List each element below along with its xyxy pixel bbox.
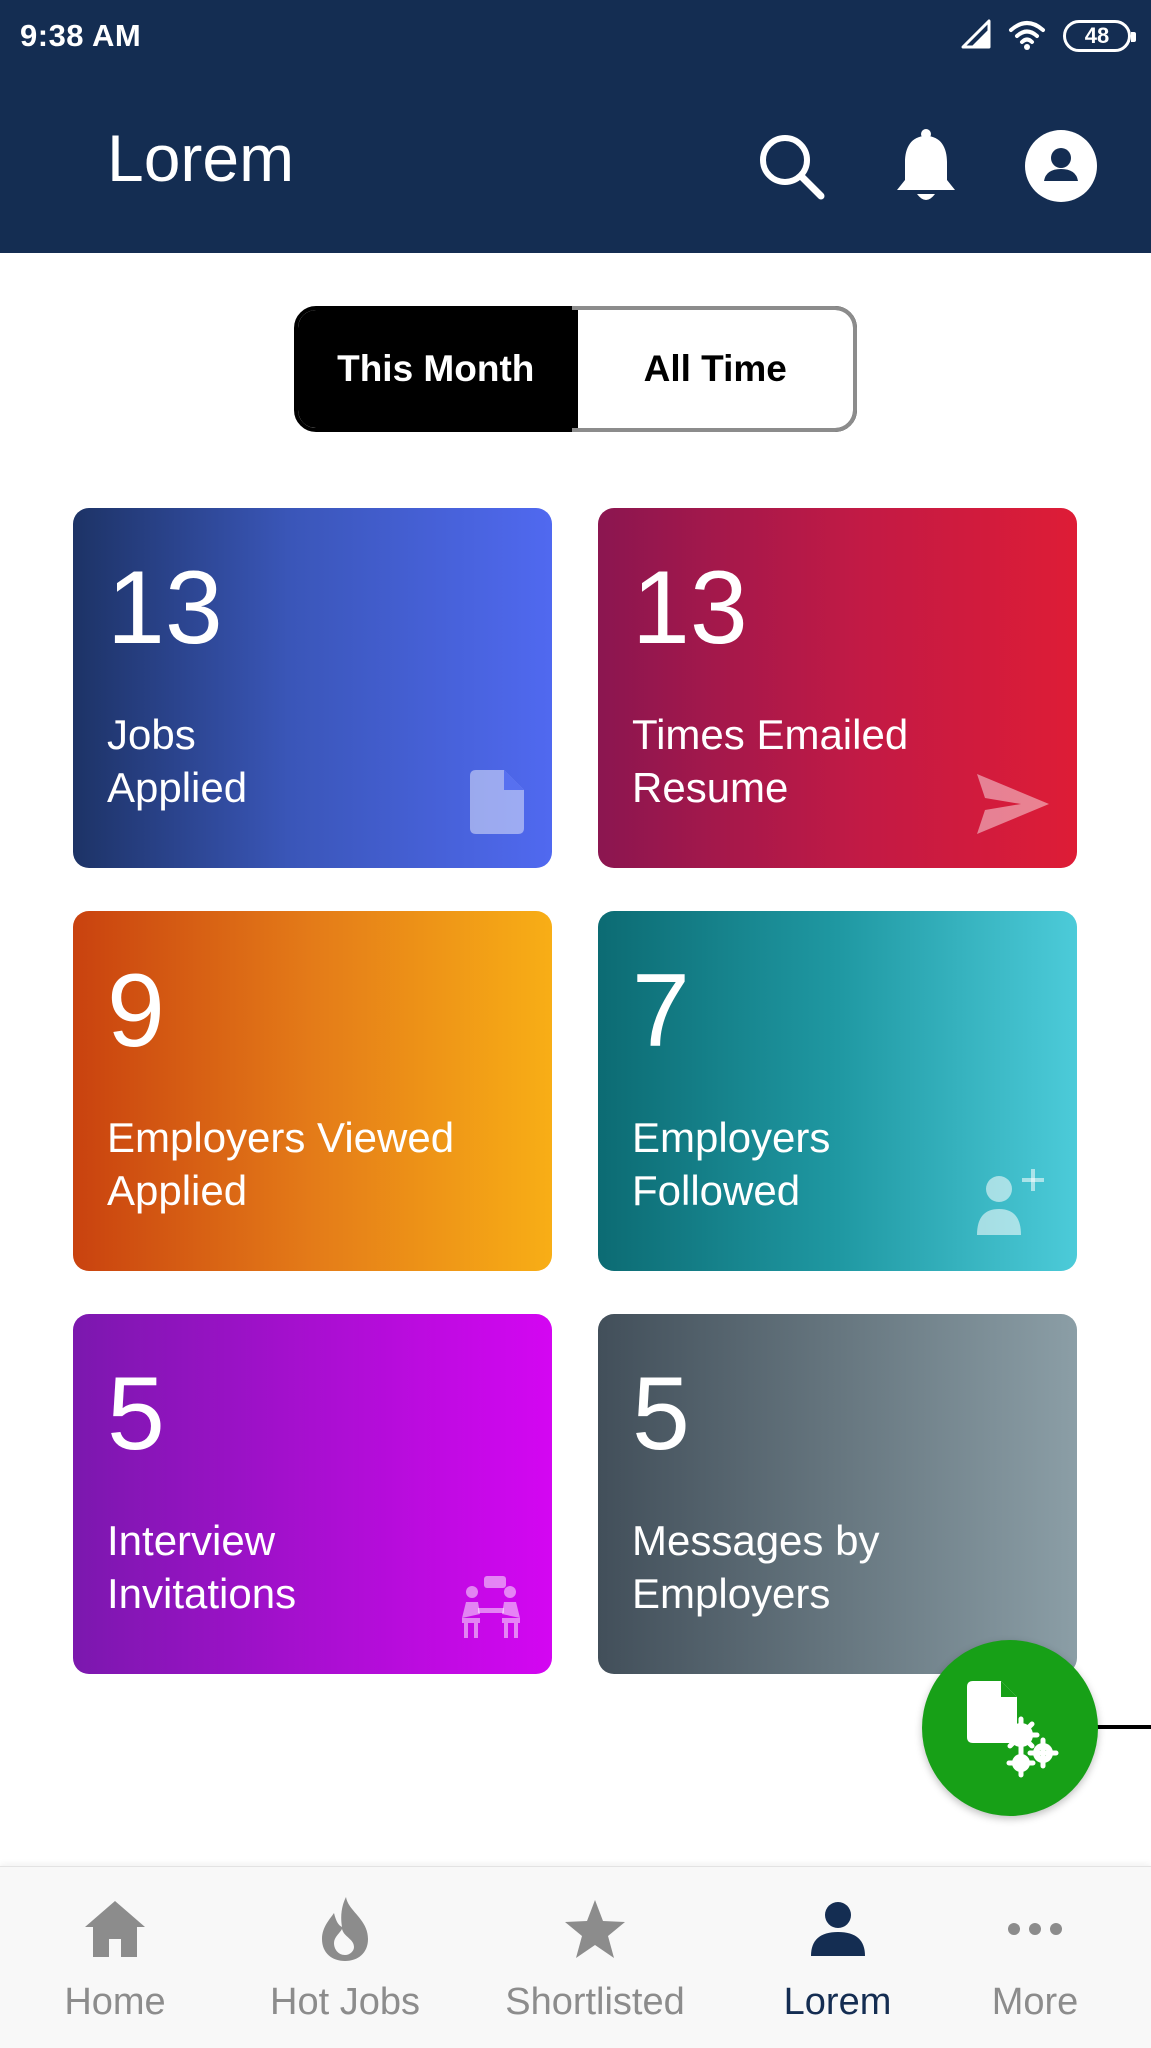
toggle-this-month[interactable]: This Month: [298, 310, 574, 428]
nav-item-more[interactable]: More: [975, 1867, 1095, 2048]
person-icon: [803, 1897, 873, 1961]
search-button[interactable]: [751, 128, 831, 208]
bell-icon: [893, 128, 959, 209]
wifi-icon: [1007, 18, 1047, 55]
status-time: 9:38 AM: [20, 18, 142, 53]
nav-label: More: [991, 1981, 1079, 2023]
stat-value: 5: [107, 1356, 165, 1472]
search-icon: [753, 128, 829, 209]
more-dots-icon: [1000, 1897, 1070, 1961]
nav-item-shortlisted[interactable]: Shortlisted: [490, 1867, 700, 2048]
fab-connector-line: [1097, 1725, 1151, 1729]
document-icon: [444, 754, 524, 834]
stat-value: 13: [632, 550, 748, 666]
stat-value: 9: [107, 953, 165, 1069]
signal-icon: [961, 19, 991, 54]
app-bar: 9:38 AM 48 Lorem: [0, 0, 1151, 253]
nav-label: Shortlisted: [505, 1981, 685, 2023]
document-settings-button[interactable]: [922, 1640, 1098, 1816]
stat-label-line: Applied: [107, 1167, 248, 1214]
stat-value: 7: [632, 953, 690, 1069]
stat-card-employers-viewed-applied[interactable]: 9 Employers Viewed Applied: [73, 911, 552, 1271]
flame-icon: [310, 1897, 380, 1961]
stat-card-jobs-applied[interactable]: 13 Jobs Applied: [73, 508, 552, 868]
battery-indicator: 48: [1063, 20, 1136, 52]
header-actions: [731, 128, 1151, 208]
stat-label: Employers Viewed Applied: [107, 1111, 527, 1217]
nav-label: Hot Jobs: [270, 1981, 420, 2023]
stat-card-employers-followed[interactable]: 7 Employers Followed: [598, 911, 1077, 1271]
send-icon: [969, 754, 1049, 834]
status-icons: 48: [961, 16, 1136, 56]
nav-item-lorem[interactable]: Lorem: [765, 1867, 910, 2048]
stat-card-times-emailed-resume[interactable]: 13 Times Emailed Resume: [598, 508, 1077, 868]
stat-card-messages-by-employers[interactable]: 5 Messages by Employers: [598, 1314, 1077, 1674]
add-person-icon: [969, 1157, 1049, 1237]
nav-item-home[interactable]: Home: [40, 1867, 190, 2048]
account-button[interactable]: [1021, 128, 1101, 208]
period-toggle: This Month All Time: [294, 306, 857, 432]
stat-label-line: Employers Viewed: [107, 1114, 455, 1161]
home-icon: [80, 1897, 150, 1961]
stat-card-interview-invitations[interactable]: 5 Interview Invitations: [73, 1314, 552, 1674]
stat-label-line: Employers: [632, 1570, 831, 1617]
nav-label: Home: [64, 1981, 166, 2023]
toggle-all-time[interactable]: All Time: [573, 310, 853, 428]
stat-label: Messages by Employers: [632, 1514, 1052, 1620]
nav-label: Lorem: [783, 1981, 892, 2023]
interview-icon: [444, 1560, 524, 1640]
stat-label-line: Messages by: [632, 1517, 880, 1564]
stat-value: 5: [632, 1356, 690, 1472]
star-icon: [560, 1897, 630, 1961]
nav-item-hot-jobs[interactable]: Hot Jobs: [255, 1867, 435, 2048]
account-icon: [1024, 129, 1098, 208]
stat-value: 13: [107, 550, 223, 666]
app-title: Lorem: [107, 121, 295, 195]
document-settings-icon: [955, 1671, 1065, 1786]
bottom-navigation: Home Hot Jobs Shortlisted Lorem More: [0, 1866, 1151, 2048]
notifications-button[interactable]: [886, 128, 966, 208]
